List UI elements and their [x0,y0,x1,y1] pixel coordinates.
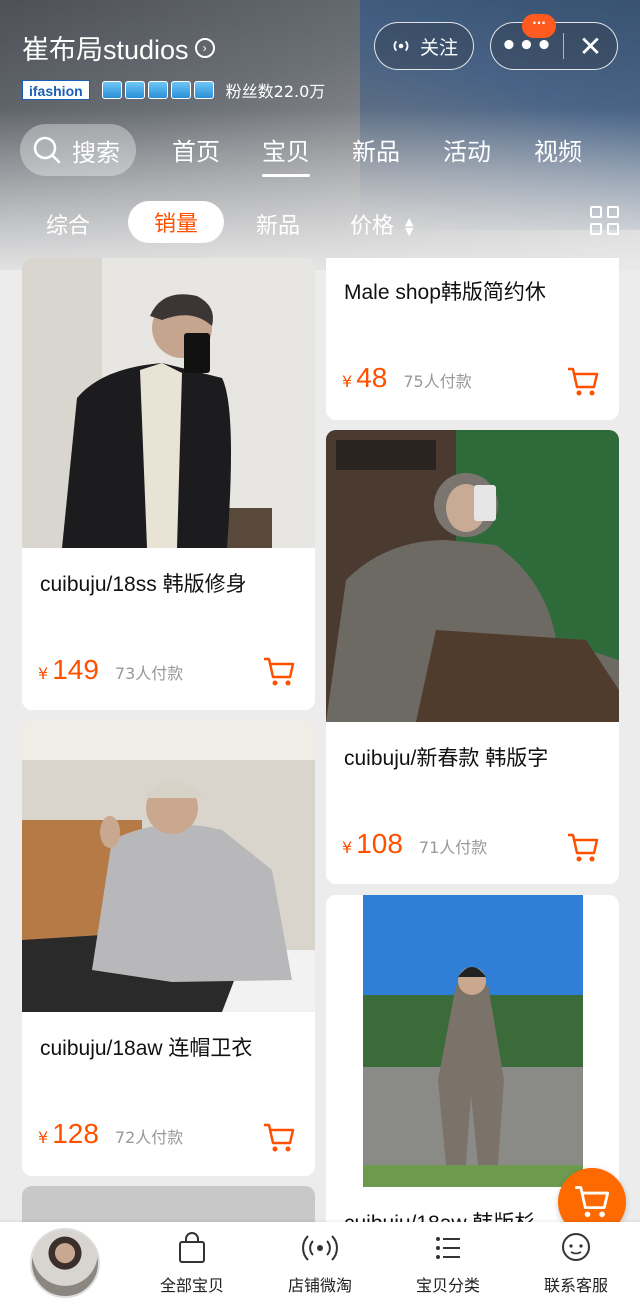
add-to-cart-icon[interactable] [566,832,600,864]
add-to-cart-icon[interactable] [262,1122,296,1154]
crown-icon [124,81,145,99]
currency-symbol: ¥ [342,838,353,857]
crown-icon [193,81,214,99]
sales-count: 73人付款 [114,664,184,683]
follow-button[interactable]: 关注 [374,22,474,70]
sort-new[interactable]: 新品 [256,208,300,240]
ifashion-badge: ifashion [22,80,90,100]
notification-badge: ··· [522,14,556,38]
sort-default[interactable]: 综合 [46,208,90,240]
product-card[interactable]: Male shop韩版简约休 ¥ 48 75人付款 [326,258,619,420]
product-title: Male shop韩版简约休 [344,281,546,304]
bottom-item-label: 店铺微淘 [287,1276,352,1295]
tab-items[interactable]: 宝贝 [262,132,310,177]
currency-symbol: ¥ [342,372,353,391]
search-button[interactable]: 搜索 [20,124,136,176]
price-row: ¥ 149 73人付款 [38,654,183,686]
sales-count: 72人付款 [114,1128,184,1147]
search-icon [33,136,61,164]
bottom-item-all-items[interactable]: 全部宝贝 [137,1230,247,1296]
sales-count: 71人付款 [418,838,488,857]
sort-bar: 综合 销量 新品 价格 ▲ ▼ [0,196,640,250]
price-row: ¥ 48 75人付款 [342,362,472,394]
product-price: 108 [356,828,403,859]
grid-view-icon[interactable] [590,206,620,236]
product-card[interactable] [22,1186,315,1222]
bottom-item-label: 联系客服 [543,1276,608,1295]
currency-symbol: ¥ [38,664,49,683]
bottom-item-label: 宝贝分类 [415,1276,480,1295]
tab-new[interactable]: 新品 [352,132,400,167]
bottom-item-feed[interactable]: 店铺微淘 [265,1230,375,1296]
bottom-item-customer-service[interactable]: 联系客服 [521,1230,631,1296]
sort-arrows-icon: ▲ ▼ [405,215,414,238]
shop-name: 崔布局studios [22,35,189,65]
product-card[interactable]: cuibuju/新春款 韩版字 ¥ 108 71人付款 [326,430,619,884]
product-title: cuibuju/18aw 连帽卫衣 [40,1037,253,1060]
currency-symbol: ¥ [38,1128,49,1147]
broadcast-icon [302,1235,338,1261]
sort-price[interactable]: 价格 ▲ ▼ [350,208,413,240]
chevron-right-icon: › [194,37,215,58]
add-to-cart-icon[interactable] [566,366,600,398]
sales-count: 75人付款 [403,372,472,391]
chat-icon [562,1233,590,1261]
shop-badges: ifashion 粉丝数22.0万 [22,78,325,102]
product-image [22,720,315,1012]
search-label: 搜索 [72,138,120,167]
crown-icon [170,81,191,99]
follow-label: 关注 [419,36,458,59]
add-to-cart-icon[interactable] [262,656,296,688]
crown-icon [101,81,122,99]
product-image [22,258,315,548]
price-row: ¥ 128 72人付款 [38,1118,183,1150]
crown-icon [147,81,168,99]
bottom-item-label: 全部宝贝 [159,1276,224,1295]
bag-icon [179,1232,205,1263]
product-image [326,895,619,1187]
shop-top-bar: 崔布局studios › ifashion 粉丝数22.0万 关注 ••• ✕ … [0,0,640,110]
shop-nav: 搜索 首页 宝贝 新品 活动 视频 [0,122,640,178]
crown-level-icons [101,81,214,99]
product-card[interactable]: cuibuju/18aw 连帽卫衣 ¥ 128 72人付款 [22,720,315,1176]
fans-count: 粉丝数22.0万 [225,82,326,101]
product-title: cuibuju/18ss 韩版修身 [40,573,247,596]
tab-video[interactable]: 视频 [534,132,582,167]
product-card[interactable]: cuibuju/18ss 韩版修身 ¥ 149 73人付款 [22,258,315,710]
price-row: ¥ 108 71人付款 [342,828,487,860]
signal-icon [393,40,409,52]
sort-sales[interactable]: 销量 [128,201,224,243]
product-image [326,430,619,722]
close-button[interactable]: ✕ [564,30,617,63]
product-title: cuibuju/18aw 韩版杉 [344,1207,535,1222]
product-price: 128 [52,1118,99,1149]
product-title: cuibuju/新春款 韩版字 [344,747,549,770]
shop-avatar[interactable] [30,1228,100,1298]
tab-events[interactable]: 活动 [443,132,491,167]
product-price: 149 [52,654,99,685]
shop-name-link[interactable]: 崔布局studios › [22,28,215,67]
sort-price-label: 价格 [350,214,395,239]
tab-home[interactable]: 首页 [172,132,220,167]
list-icon [436,1237,460,1259]
product-price: 48 [356,362,388,393]
bottom-item-categories[interactable]: 宝贝分类 [393,1230,503,1296]
cart-icon [575,1186,610,1218]
bottom-tab-bar: 全部宝贝 店铺微淘 宝贝分类 联系客服 [0,1222,640,1304]
